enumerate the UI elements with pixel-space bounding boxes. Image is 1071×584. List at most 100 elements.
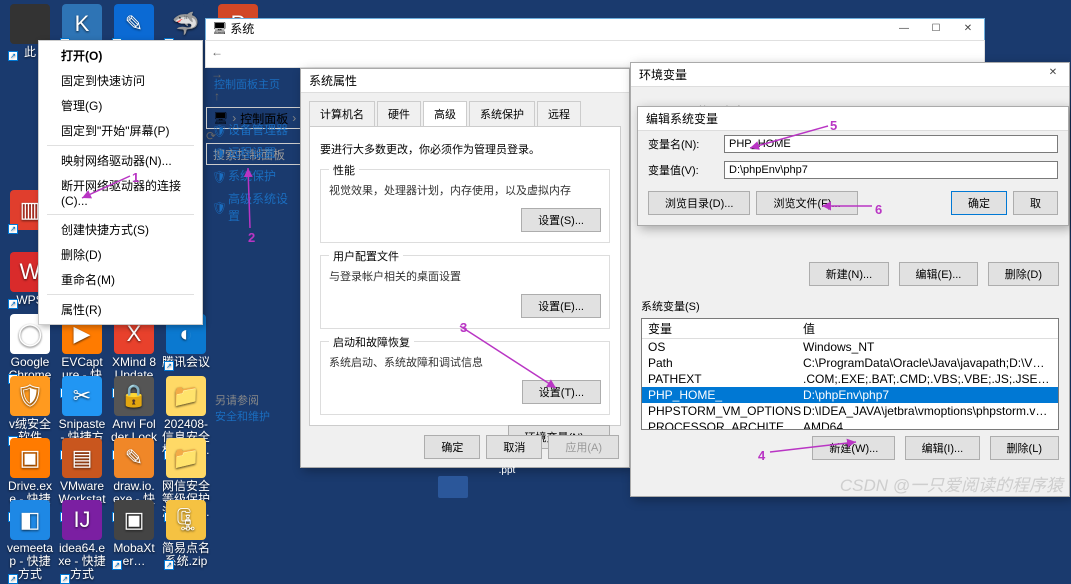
sys-var-row[interactable]: PathC:\ProgramData\Oracle\Java\javapath;… — [642, 355, 1058, 371]
sys-var-row[interactable]: OSWindows_NT — [642, 339, 1058, 355]
dialog-buttons: 确定 取消 应用(A) — [424, 435, 619, 459]
shield-icon: 🛡 — [212, 201, 224, 213]
browse-file-button[interactable]: 浏览文件(F)... — [756, 191, 857, 215]
apply-button[interactable]: 应用(A) — [548, 435, 619, 459]
sidebar-link-advanced[interactable]: 🛡高级系统设置 — [210, 187, 300, 227]
shortcut-badge: ↗ — [164, 560, 174, 570]
sys-vars-buttons: 新建(W)... 编辑(I)... 删除(L) — [641, 430, 1059, 466]
var-value: AMD64 — [803, 420, 1052, 430]
tab-bar: 计算机名硬件高级系统保护远程 — [301, 93, 629, 126]
var-name-label: 变量名(N): — [648, 136, 716, 152]
app-icon: ↗ — [10, 4, 50, 44]
tab-1[interactable]: 硬件 — [377, 101, 421, 126]
cancel-button[interactable]: 取 — [1013, 191, 1058, 215]
admin-note: 要进行大多数更改，你必须作为管理员登录。 — [320, 141, 610, 157]
var-name: PROCESSOR_ARCHITECTURE — [648, 420, 803, 430]
browse-dir-button[interactable]: 浏览目录(D)... — [648, 191, 750, 215]
user-vars-buttons: 新建(N)... 编辑(E)... 删除(D) — [641, 256, 1059, 292]
menu-separator — [47, 214, 194, 215]
shortcut-badge: ↗ — [8, 299, 18, 309]
new-user-var-button[interactable]: 新建(N)... — [809, 262, 889, 286]
var-name-input[interactable] — [724, 135, 1058, 153]
title-text: 系统属性 — [309, 72, 357, 89]
tab-4[interactable]: 远程 — [537, 101, 581, 126]
delete-user-var-button[interactable]: 删除(D) — [988, 262, 1059, 286]
edit-user-var-button[interactable]: 编辑(E)... — [899, 262, 979, 286]
desktop-icon[interactable]: ◧↗vemeetap - 快捷方式 — [6, 500, 54, 582]
group-desc: 系统启动、系统故障和调试信息 — [329, 354, 601, 370]
menu-item[interactable]: 映射网络驱动器(N)... — [39, 148, 202, 173]
desktop-icon[interactable]: 🗜↗简易点名系统.zip — [162, 500, 210, 568]
dialog-title: 系统属性 — [301, 69, 629, 93]
sys-var-row[interactable]: PHP_HOME_D:\phpEnv\php7 — [642, 387, 1058, 403]
var-name: PATHEXT — [648, 372, 803, 386]
context-menu: 打开(O)固定到快速访问管理(G)固定到"开始"屏幕(P) 映射网络驱动器(N).… — [38, 40, 203, 325]
menu-item[interactable]: 删除(D) — [39, 242, 202, 267]
settings-group: 启动和故障恢复 系统启动、系统故障和调试信息 设置(T)... — [320, 341, 610, 415]
minimize-button[interactable]: — — [888, 19, 920, 37]
title-text: 环境变量 — [639, 66, 687, 83]
close-button[interactable]: ✕ — [1037, 63, 1069, 81]
sys-vars-list[interactable]: 变量值 OSWindows_NTPathC:\ProgramData\Oracl… — [641, 318, 1059, 430]
sidebar-link-sysprotect[interactable]: 🛡 系统保护 — [210, 164, 300, 187]
link-text: 设备管理器 — [228, 121, 288, 138]
shield-icon: 🛡 — [212, 124, 224, 136]
new-sys-var-button[interactable]: 新建(W)... — [812, 436, 895, 460]
menu-item[interactable]: 重命名(M) — [39, 267, 202, 292]
ok-button[interactable]: 确定 — [424, 435, 480, 459]
dialog-title: 编辑系统变量 — [638, 107, 1068, 131]
taskbar-icon[interactable] — [438, 476, 468, 498]
group-title: 性能 — [329, 162, 359, 178]
group-title: 用户配置文件 — [329, 248, 403, 264]
settings-button[interactable]: 设置(S)... — [521, 208, 601, 232]
settings-button[interactable]: 设置(T)... — [522, 380, 601, 404]
menu-item[interactable]: 断开网络驱动器的连接(C)... — [39, 173, 202, 212]
var-value: C:\ProgramData\Oracle\Java\javapath;D:\V… — [803, 356, 1052, 370]
settings-group: 用户配置文件 与登录帐户相关的桌面设置 设置(E)... — [320, 255, 610, 329]
var-value-input[interactable] — [724, 161, 1058, 179]
sys-var-row[interactable]: PHPSTORM_VM_OPTIONSD:\IDEA_JAVA\jetbra\v… — [642, 403, 1058, 419]
menu-separator — [47, 145, 194, 146]
cancel-button[interactable]: 取消 — [486, 435, 542, 459]
sys-vars-label: 系统变量(S) — [641, 298, 1059, 314]
menu-item[interactable]: 固定到"开始"屏幕(P) — [39, 118, 202, 143]
menu-item[interactable]: 管理(G) — [39, 93, 202, 118]
sidebar-link-remote[interactable]: 🛡远程设置 — [210, 141, 300, 164]
link-text: 系统保护 — [228, 167, 276, 184]
close-button[interactable]: ✕ — [952, 19, 984, 37]
app-icon: ✎↗ — [114, 438, 154, 478]
sys-var-row[interactable]: PATHEXT.COM;.EXE;.BAT;.CMD;.VBS;.VBE;.JS… — [642, 371, 1058, 387]
desktop-icon[interactable]: ▣↗MobaXter… — [110, 500, 158, 568]
window-controls: — ☐ ✕ — [888, 19, 984, 37]
see-also-link[interactable]: 安全和维护 — [215, 408, 270, 424]
desktop-icon[interactable]: IJ↗idea64.exe - 快捷方式 — [58, 500, 106, 582]
app-icon: ✎↗ — [114, 4, 154, 44]
edit-system-var-dialog: 编辑系统变量 变量名(N): 变量值(V): 浏览目录(D)... 浏览文件(F… — [637, 106, 1069, 226]
delete-sys-var-button[interactable]: 删除(L) — [990, 436, 1059, 460]
menu-item[interactable]: 打开(O) — [39, 43, 202, 68]
tab-3[interactable]: 系统保护 — [469, 101, 535, 126]
tab-0[interactable]: 计算机名 — [309, 101, 375, 126]
menu-item[interactable]: 属性(R) — [39, 297, 202, 322]
app-icon: 🦈↗ — [166, 4, 206, 44]
tab-2[interactable]: 高级 — [423, 101, 467, 126]
maximize-button[interactable]: ☐ — [920, 19, 952, 37]
sidebar-link-device-mgr[interactable]: 🛡 设备管理器 — [210, 118, 300, 141]
ok-button[interactable]: 确定 — [951, 191, 1007, 215]
settings-button[interactable]: 设置(E)... — [521, 294, 601, 318]
title-text: 编辑系统变量 — [646, 110, 718, 127]
app-icon: 📁↗ — [166, 438, 206, 478]
app-icon: 🔒↗ — [114, 376, 154, 416]
menu-item[interactable]: 创建快捷方式(S) — [39, 217, 202, 242]
desktop-icon[interactable]: 🛡↗v绒安全软件 — [6, 376, 54, 444]
shortcut-badge: ↗ — [60, 574, 70, 584]
menu-item[interactable]: 固定到快速访问 — [39, 68, 202, 93]
edit-sys-var-button[interactable]: 编辑(I)... — [905, 436, 981, 460]
var-value: D:\phpEnv\php7 — [803, 388, 1052, 402]
back-button[interactable]: ← — [206, 41, 228, 63]
var-name: OS — [648, 340, 803, 354]
sys-var-row[interactable]: PROCESSOR_ARCHITECTUREAMD64 — [642, 419, 1058, 430]
system-properties-dialog: 系统属性 计算机名硬件高级系统保护远程 要进行大多数更改，你必须作为管理员登录。… — [300, 68, 630, 468]
sidebar-heading[interactable]: 控制面板主页 — [210, 72, 300, 100]
shield-icon: 🛡 — [212, 170, 224, 182]
